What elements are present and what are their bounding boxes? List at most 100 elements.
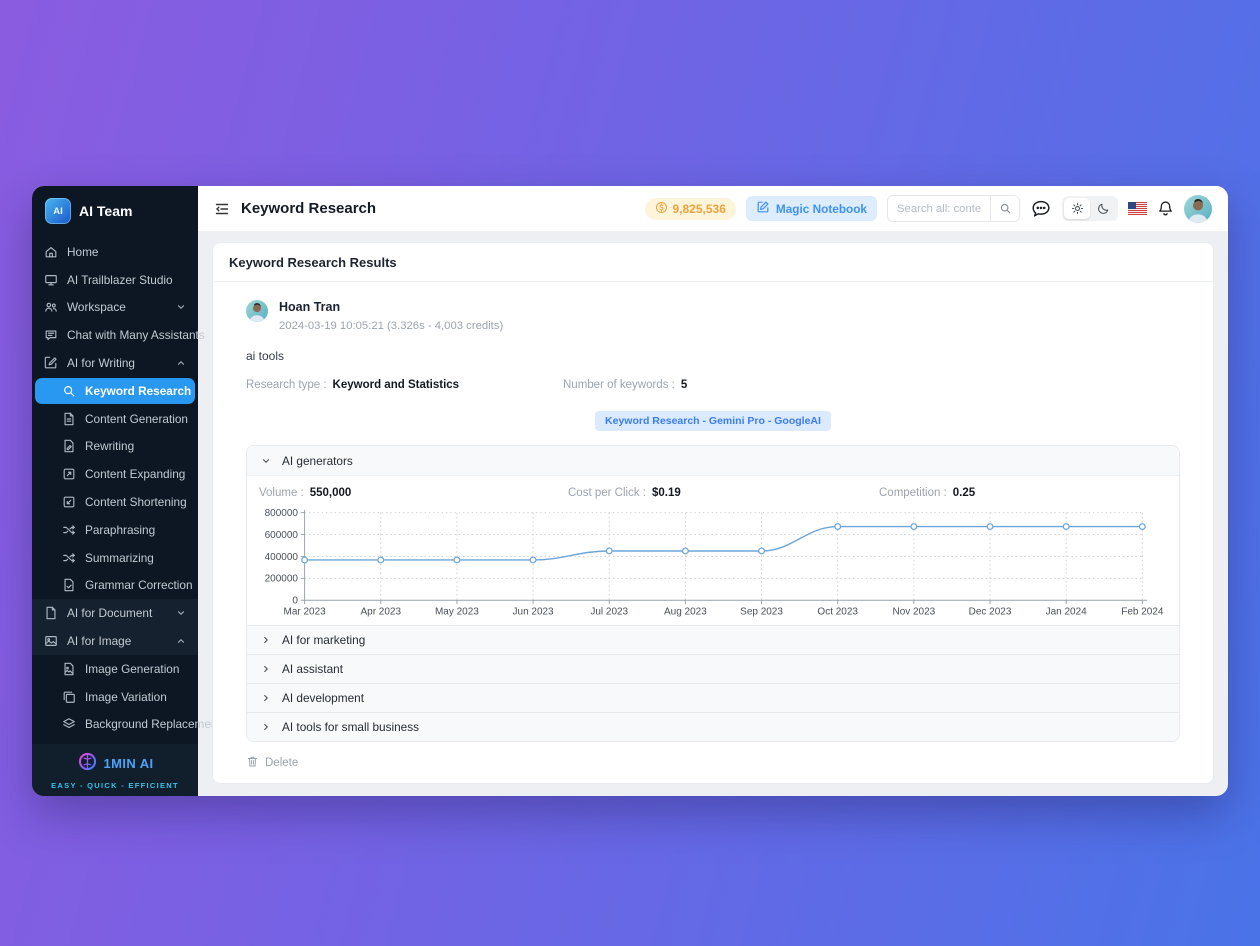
svg-text:Jul 2023: Jul 2023 bbox=[590, 607, 628, 618]
model-tag-row: Keyword Research - Gemini Pro - GoogleAI bbox=[246, 411, 1180, 431]
keyword-name: AI generators bbox=[282, 454, 353, 468]
keyword-row-ai-generators[interactable]: AI generators bbox=[247, 446, 1179, 475]
svg-text:Oct 2023: Oct 2023 bbox=[817, 607, 858, 618]
sidebar-item-workspace[interactable]: Workspace bbox=[32, 294, 198, 322]
keyword-row-ai-for-marketing[interactable]: AI for marketing bbox=[247, 625, 1179, 654]
keyword-name: AI tools for small business bbox=[282, 720, 419, 734]
credits-badge[interactable]: 9,825,536 bbox=[645, 198, 736, 220]
search-input[interactable] bbox=[888, 196, 990, 221]
ai-team-logo-icon: AI bbox=[45, 198, 71, 224]
search-volume-chart: 0200000400000600000800000Mar 2023Apr 202… bbox=[257, 506, 1169, 621]
main-area: Keyword Research 9,825,536 Magic Noteboo… bbox=[198, 186, 1228, 796]
sidebar-item-ai-for-document[interactable]: AI for Document bbox=[32, 599, 198, 627]
shorten-icon bbox=[62, 495, 76, 509]
shuffle-icon bbox=[62, 551, 76, 565]
model-tag[interactable]: Keyword Research - Gemini Pro - GoogleAI bbox=[595, 411, 831, 431]
one-min-ai-brand[interactable]: 1MIN AI bbox=[77, 751, 154, 777]
sidebar-item-content-shortening[interactable]: Content Shortening bbox=[32, 488, 198, 516]
sidebar-item-ai-for-writing[interactable]: AI for Writing bbox=[32, 349, 198, 377]
sidebar-item-label: Workspace bbox=[67, 300, 126, 314]
chevron-right-icon bbox=[261, 693, 271, 703]
search-icon bbox=[62, 384, 76, 398]
keyword-detail-panel: Volume : 550,000 Cost per Click : $0.19 Co… bbox=[247, 475, 1179, 625]
results-card: Keyword Research Results Hoan Tran 2024-… bbox=[212, 242, 1214, 784]
sidebar-item-label: Home bbox=[67, 245, 98, 259]
light-mode-button[interactable] bbox=[1064, 198, 1090, 219]
svg-text:Dec 2023: Dec 2023 bbox=[969, 607, 1012, 618]
sidebar-item-content-generation[interactable]: Content Generation bbox=[32, 405, 198, 433]
chevron-up-icon bbox=[176, 636, 186, 646]
sidebar-item-home[interactable]: Home bbox=[32, 238, 198, 266]
footer-brand-name: 1MIN AI bbox=[104, 756, 154, 771]
keywords-count-label: Number of keywords : bbox=[563, 379, 675, 391]
sidebar-footer: 1MIN AI EASY - QUICK - EFFICIENT bbox=[32, 744, 198, 796]
search-button[interactable] bbox=[990, 196, 1019, 221]
chevron-right-icon bbox=[261, 722, 271, 732]
sidebar-item-grammar-correction[interactable]: Grammar Correction bbox=[32, 572, 198, 600]
result-meta-row: Research type :Keyword and Statistics Nu… bbox=[246, 379, 1180, 391]
sidebar-item-label: Keyword Research bbox=[85, 384, 191, 398]
chevron-down-icon bbox=[176, 302, 186, 312]
user-avatar[interactable] bbox=[1184, 195, 1212, 223]
top-bar: Keyword Research 9,825,536 Magic Noteboo… bbox=[198, 186, 1228, 232]
competition-stat: Competition :0.25 bbox=[879, 487, 975, 499]
research-type: Research type :Keyword and Statistics bbox=[246, 379, 563, 391]
sidebar-item-summarizing[interactable]: Summarizing bbox=[32, 544, 198, 572]
keyword-row-ai-assistant[interactable]: AI assistant bbox=[247, 654, 1179, 683]
volume-value: 550,000 bbox=[310, 487, 352, 499]
desktop-background: AI AI Team Home AI Trailblazer Studio Work… bbox=[0, 0, 1260, 946]
sidebar-item-image-generation[interactable]: Image Generation bbox=[32, 655, 198, 683]
brand-name: AI Team bbox=[79, 203, 132, 219]
dark-mode-button[interactable] bbox=[1090, 198, 1116, 219]
logo-text: AI bbox=[53, 206, 63, 217]
sidebar-item-background-replacement[interactable]: Background Replacement bbox=[32, 711, 198, 739]
sidebar-item-rewriting[interactable]: Rewriting bbox=[32, 433, 198, 461]
chevron-right-icon bbox=[261, 664, 271, 674]
pencil-square-icon bbox=[756, 200, 770, 217]
keyword-name: AI assistant bbox=[282, 662, 343, 676]
trash-icon bbox=[246, 755, 259, 771]
chat-icon bbox=[44, 328, 58, 342]
research-type-value: Keyword and Statistics bbox=[333, 379, 460, 391]
theme-toggle bbox=[1062, 196, 1118, 221]
sidebar-item-paraphrasing[interactable]: Paraphrasing bbox=[32, 516, 198, 544]
home-icon bbox=[44, 245, 58, 259]
keyword-row-ai-tools-for-small-business[interactable]: AI tools for small business bbox=[247, 712, 1179, 741]
svg-text:Feb 2024: Feb 2024 bbox=[1121, 607, 1164, 618]
notifications-bell-icon[interactable] bbox=[1157, 200, 1174, 217]
background-icon bbox=[62, 717, 76, 731]
results-card-body: Hoan Tran 2024-03-19 10:05:21 (3.326s - … bbox=[213, 282, 1213, 783]
svg-text:Mar 2023: Mar 2023 bbox=[284, 607, 327, 618]
sidebar-item-label: Content Generation bbox=[85, 412, 188, 426]
keywords-count: Number of keywords :5 bbox=[563, 379, 687, 391]
sidebar-item-ai-trailblazer-studio[interactable]: AI Trailblazer Studio bbox=[32, 266, 198, 294]
sidebar-item-ai-for-image[interactable]: AI for Image bbox=[32, 627, 198, 655]
sidebar-item-label: Content Shortening bbox=[85, 495, 187, 509]
author-name: Hoan Tran bbox=[279, 300, 503, 314]
sidebar-item-chat-with-many-assistants[interactable]: Chat with Many Assistants bbox=[32, 321, 198, 349]
magic-notebook-button[interactable]: Magic Notebook bbox=[746, 196, 877, 221]
keywords-accordion: AI generators Volume : 550,000 Cost per C… bbox=[246, 445, 1180, 742]
query-text: ai tools bbox=[246, 349, 1180, 363]
document-icon bbox=[44, 606, 58, 620]
feedback-chat-icon[interactable] bbox=[1030, 198, 1052, 220]
page-title: Keyword Research bbox=[241, 200, 376, 217]
sidebar-item-content-expanding[interactable]: Content Expanding bbox=[32, 460, 198, 488]
sidebar-item-image-variation[interactable]: Image Variation bbox=[32, 683, 198, 711]
magic-notebook-label: Magic Notebook bbox=[776, 202, 867, 216]
cpc-label: Cost per Click : bbox=[568, 487, 646, 499]
language-flag-us[interactable] bbox=[1128, 202, 1147, 215]
brand[interactable]: AI AI Team bbox=[32, 186, 198, 236]
cpc-value: $0.19 bbox=[652, 487, 681, 499]
content-area: Keyword Research Results Hoan Tran 2024-… bbox=[198, 232, 1228, 796]
delete-button[interactable]: Delete bbox=[246, 755, 298, 771]
sidebar-collapse-icon[interactable] bbox=[214, 201, 230, 217]
keyword-row-ai-development[interactable]: AI development bbox=[247, 683, 1179, 712]
sidebar-item-keyword-research[interactable]: Keyword Research bbox=[35, 378, 195, 404]
sidebar-item-label: Paraphrasing bbox=[85, 523, 155, 537]
collapsed-keyword-rows: AI for marketing AI assistant AI developme… bbox=[247, 625, 1179, 741]
svg-text:Jan 2024: Jan 2024 bbox=[1046, 607, 1088, 618]
sidebar-item-label: AI for Writing bbox=[67, 356, 135, 370]
volume-label: Volume : bbox=[259, 487, 304, 499]
svg-text:Nov 2023: Nov 2023 bbox=[892, 607, 935, 618]
